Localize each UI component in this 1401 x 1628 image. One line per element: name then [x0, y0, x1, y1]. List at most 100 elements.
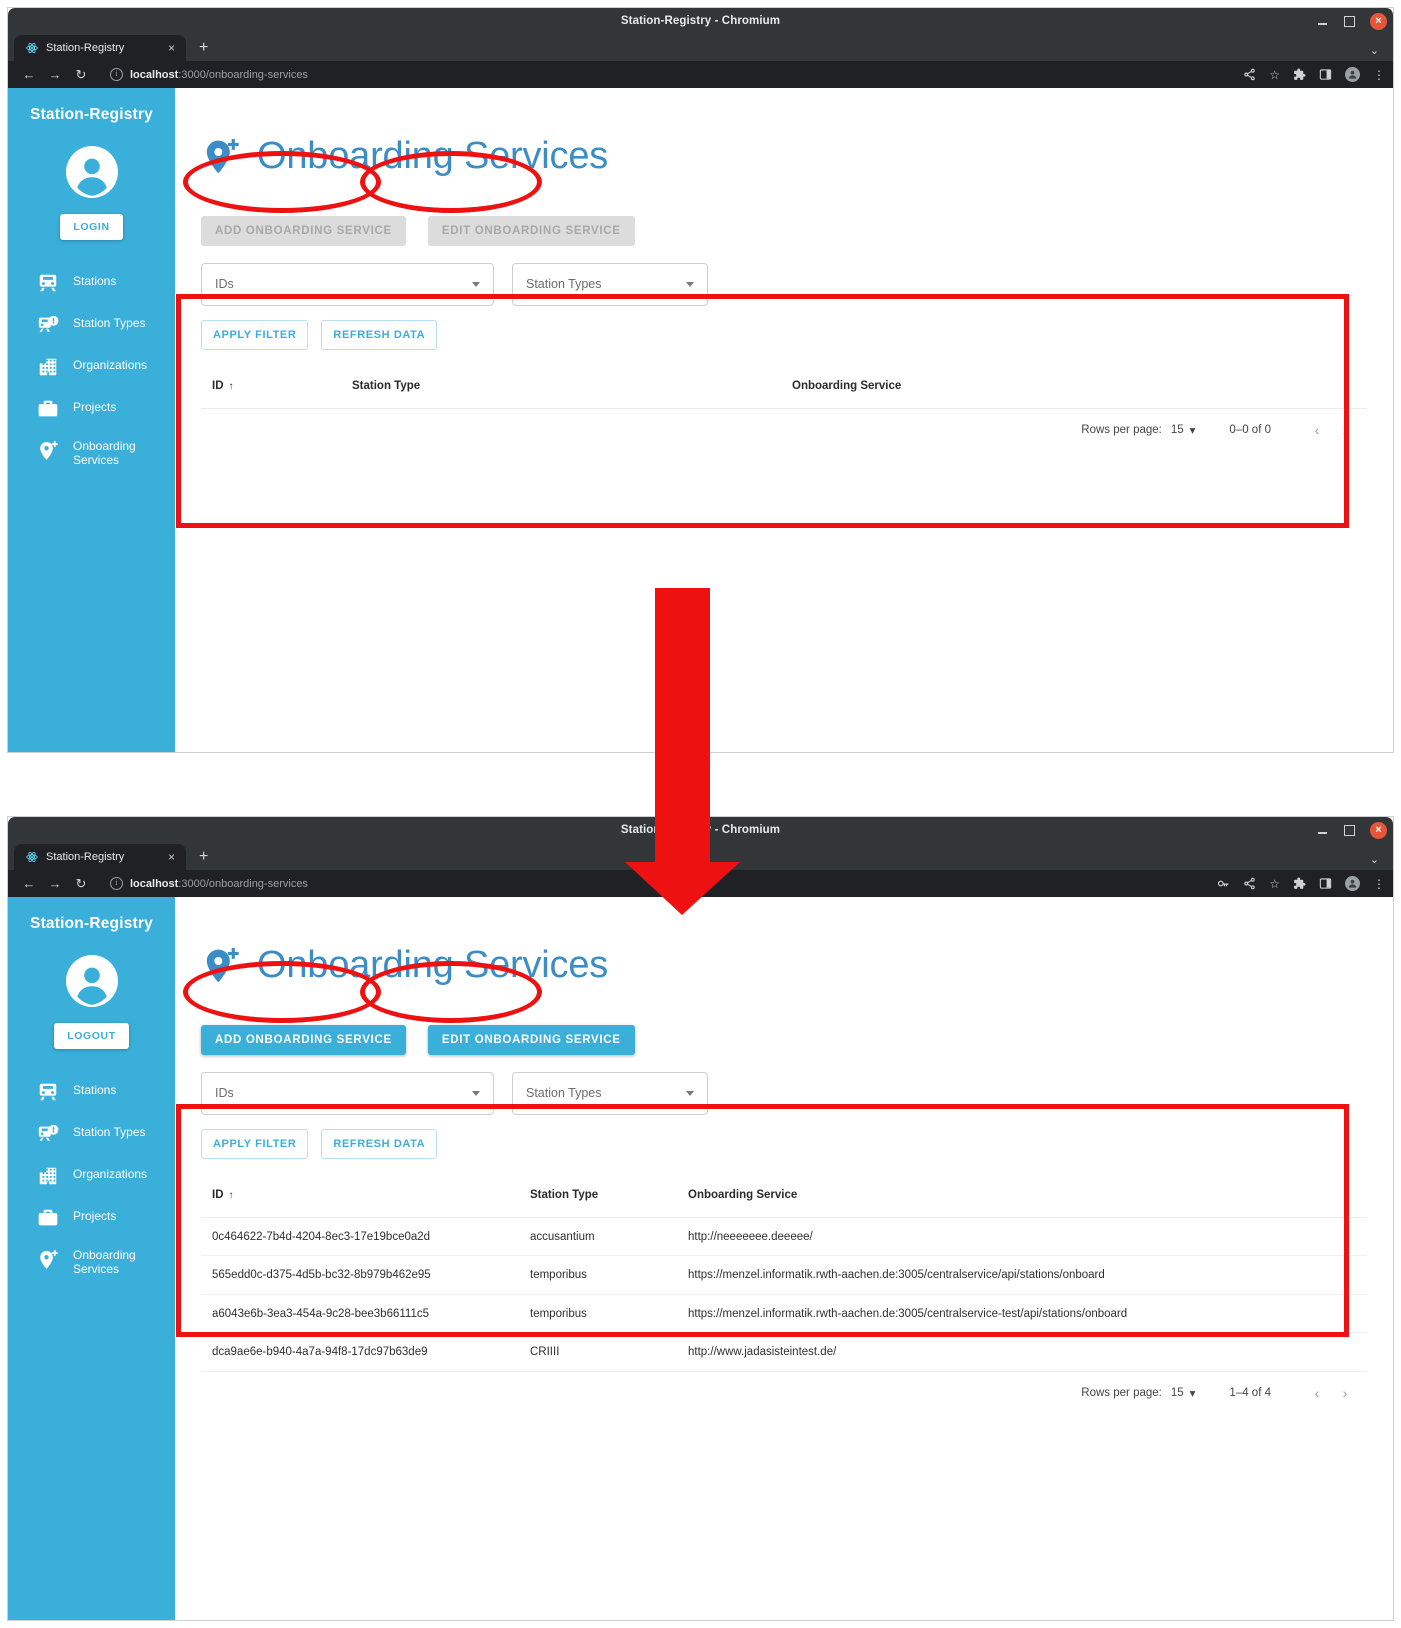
side-panel-icon[interactable]: [1319, 68, 1332, 81]
address-bar[interactable]: i localhost:3000/onboarding-services: [100, 874, 1207, 893]
url-text: localhost:3000/onboarding-services: [130, 878, 308, 890]
sidebar-item-organizations[interactable]: Organizations: [8, 1155, 175, 1197]
site-info-icon[interactable]: i: [110, 68, 123, 81]
bookmark-star-icon[interactable]: ☆: [1269, 878, 1280, 890]
page-title: Onboarding Services: [257, 944, 609, 987]
column-header-onboarding-service[interactable]: Onboarding Service: [792, 380, 1367, 392]
reload-button[interactable]: ↻: [68, 67, 94, 83]
sidebar-item-onboarding-services[interactable]: Onboarding Services: [8, 430, 175, 476]
column-header-id[interactable]: ID ↑: [201, 380, 352, 392]
app-body-bottom: Station-Registry LOGOUT Stations Station…: [8, 897, 1393, 1620]
map-marker-plus-icon: [201, 136, 241, 178]
briefcase-icon: [36, 1206, 60, 1230]
rows-per-page-select[interactable]: 15 ▾: [1171, 423, 1196, 437]
sidebar-item-projects[interactable]: Projects: [8, 388, 175, 430]
sidebar-item-station-types[interactable]: Station Types: [8, 304, 175, 346]
column-header-onboarding-service[interactable]: Onboarding Service: [688, 1189, 1367, 1201]
site-info-icon[interactable]: i: [110, 877, 123, 890]
map-marker-plus-icon: [201, 945, 241, 987]
logout-button[interactable]: LOGOUT: [54, 1023, 129, 1049]
share-icon[interactable]: [1243, 877, 1256, 890]
edit-onboarding-service-button[interactable]: EDIT ONBOARDING SERVICE: [427, 215, 635, 246]
forward-button[interactable]: →: [42, 876, 68, 891]
rows-per-page-value: 15: [1170, 1387, 1184, 1400]
sidebar-item-onboarding-services[interactable]: Onboarding Services: [8, 1239, 175, 1285]
new-tab-button[interactable]: +: [199, 40, 208, 56]
station-types-filter-select[interactable]: Station Types: [512, 262, 708, 306]
tab-station-registry[interactable]: Station-Registry ×: [14, 35, 186, 61]
cell-station-type: accusantium: [530, 1230, 595, 1243]
briefcase-icon: [36, 397, 60, 421]
station-types-filter-select[interactable]: Station Types: [512, 1071, 708, 1115]
table-row[interactable]: 565edd0c-d375-4d5b-bc32-8b979b462e95 temp…: [201, 1256, 1367, 1295]
pagination-bottom: Rows per page: 15 ▾ 1–4 of 4 ‹ ›: [201, 1372, 1367, 1415]
column-header-station-type[interactable]: Station Type: [530, 1189, 688, 1201]
bookmark-star-icon[interactable]: ☆: [1269, 69, 1280, 81]
tab-close-icon[interactable]: ×: [165, 851, 178, 863]
next-page-button[interactable]: ›: [1331, 422, 1359, 438]
chevron-down-icon[interactable]: ⌄: [1370, 44, 1379, 57]
rows-per-page-select[interactable]: 15 ▾: [1171, 1386, 1196, 1400]
chevron-down-icon[interactable]: ⌄: [1370, 853, 1379, 866]
password-key-icon[interactable]: [1217, 877, 1230, 890]
cell-id: 0c464622-7b4d-4204-8ec3-17e19bce0a2d: [212, 1230, 431, 1243]
cell-id: 565edd0c-d375-4d5b-bc32-8b979b462e95: [212, 1269, 431, 1282]
tab-close-icon[interactable]: ×: [165, 42, 178, 54]
train-alert-icon: [36, 313, 60, 337]
sidebar-item-stations[interactable]: Stations: [8, 1071, 175, 1113]
profile-avatar-icon[interactable]: [1345, 67, 1360, 82]
table-row[interactable]: dca9ae6e-b940-4a7a-94f8-17dc97b63de9 CRII…: [201, 1333, 1367, 1372]
sidebar-item-label: Stations: [73, 1083, 117, 1097]
sidebar-item-organizations[interactable]: Organizations: [8, 346, 175, 388]
column-header-station-type[interactable]: Station Type: [352, 380, 792, 392]
next-page-button[interactable]: ›: [1331, 1385, 1359, 1401]
back-button[interactable]: ←: [16, 67, 42, 82]
sidebar-item-label: Organizations: [73, 1167, 148, 1181]
filter-row-top: IDs Station Types: [201, 262, 1367, 306]
sidebar-item-stations[interactable]: Stations: [8, 262, 175, 304]
tab-station-registry[interactable]: Station-Registry ×: [14, 844, 186, 870]
refresh-data-button[interactable]: REFRESH DATA: [321, 1128, 438, 1159]
share-icon[interactable]: [1243, 68, 1256, 81]
column-header-id[interactable]: ID ↑: [201, 1189, 530, 1201]
back-button[interactable]: ←: [16, 876, 42, 891]
url-host: localhost: [130, 877, 179, 890]
window-controls: ×: [1316, 817, 1387, 843]
previous-page-button[interactable]: ‹: [1303, 422, 1331, 438]
apply-filter-button[interactable]: APPLY FILTER: [201, 1128, 309, 1159]
ids-filter-select[interactable]: IDs: [201, 1071, 494, 1115]
sidebar-item-projects[interactable]: Projects: [8, 1197, 175, 1239]
cell-station-type: temporibus: [530, 1269, 587, 1282]
add-onboarding-service-button[interactable]: ADD ONBOARDING SERVICE: [201, 215, 406, 246]
apply-filter-button[interactable]: APPLY FILTER: [201, 319, 309, 350]
sidebar-item-station-types[interactable]: Station Types: [8, 1113, 175, 1155]
puzzle-icon[interactable]: [1293, 68, 1306, 81]
maximize-button[interactable]: [1343, 15, 1356, 28]
station-types-filter-value: Station Types: [526, 1086, 602, 1101]
browser-menu-icon[interactable]: ⋮: [1373, 878, 1385, 890]
table-header-row: ID ↑ Station Type Onboarding Service: [201, 365, 1367, 409]
ids-filter-select[interactable]: IDs: [201, 262, 494, 306]
address-bar[interactable]: i localhost:3000/onboarding-services: [100, 65, 1233, 84]
side-panel-icon[interactable]: [1319, 877, 1332, 890]
maximize-button[interactable]: [1343, 824, 1356, 837]
new-tab-button[interactable]: +: [199, 849, 208, 865]
login-button[interactable]: LOGIN: [60, 214, 123, 240]
cell-id: dca9ae6e-b940-4a7a-94f8-17dc97b63de9: [212, 1346, 428, 1359]
profile-avatar-icon[interactable]: [1345, 876, 1360, 891]
add-onboarding-service-button[interactable]: ADD ONBOARDING SERVICE: [201, 1024, 406, 1055]
browser-menu-icon[interactable]: ⋮: [1373, 69, 1385, 81]
refresh-data-button[interactable]: REFRESH DATA: [321, 319, 438, 350]
forward-button[interactable]: →: [42, 67, 68, 82]
previous-page-button[interactable]: ‹: [1303, 1385, 1331, 1401]
reload-button[interactable]: ↻: [68, 876, 94, 892]
minimize-button[interactable]: [1316, 824, 1329, 837]
table-row[interactable]: a6043e6b-3ea3-454a-9c28-bee3b66111c5 temp…: [201, 1295, 1367, 1334]
edit-onboarding-service-button[interactable]: EDIT ONBOARDING SERVICE: [427, 1024, 635, 1055]
close-button[interactable]: ×: [1370, 12, 1387, 30]
train-alert-icon: [36, 1122, 60, 1146]
table-row[interactable]: 0c464622-7b4d-4204-8ec3-17e19bce0a2d accu…: [201, 1218, 1367, 1257]
close-button[interactable]: ×: [1370, 821, 1387, 839]
puzzle-icon[interactable]: [1293, 877, 1306, 890]
minimize-button[interactable]: [1316, 15, 1329, 28]
